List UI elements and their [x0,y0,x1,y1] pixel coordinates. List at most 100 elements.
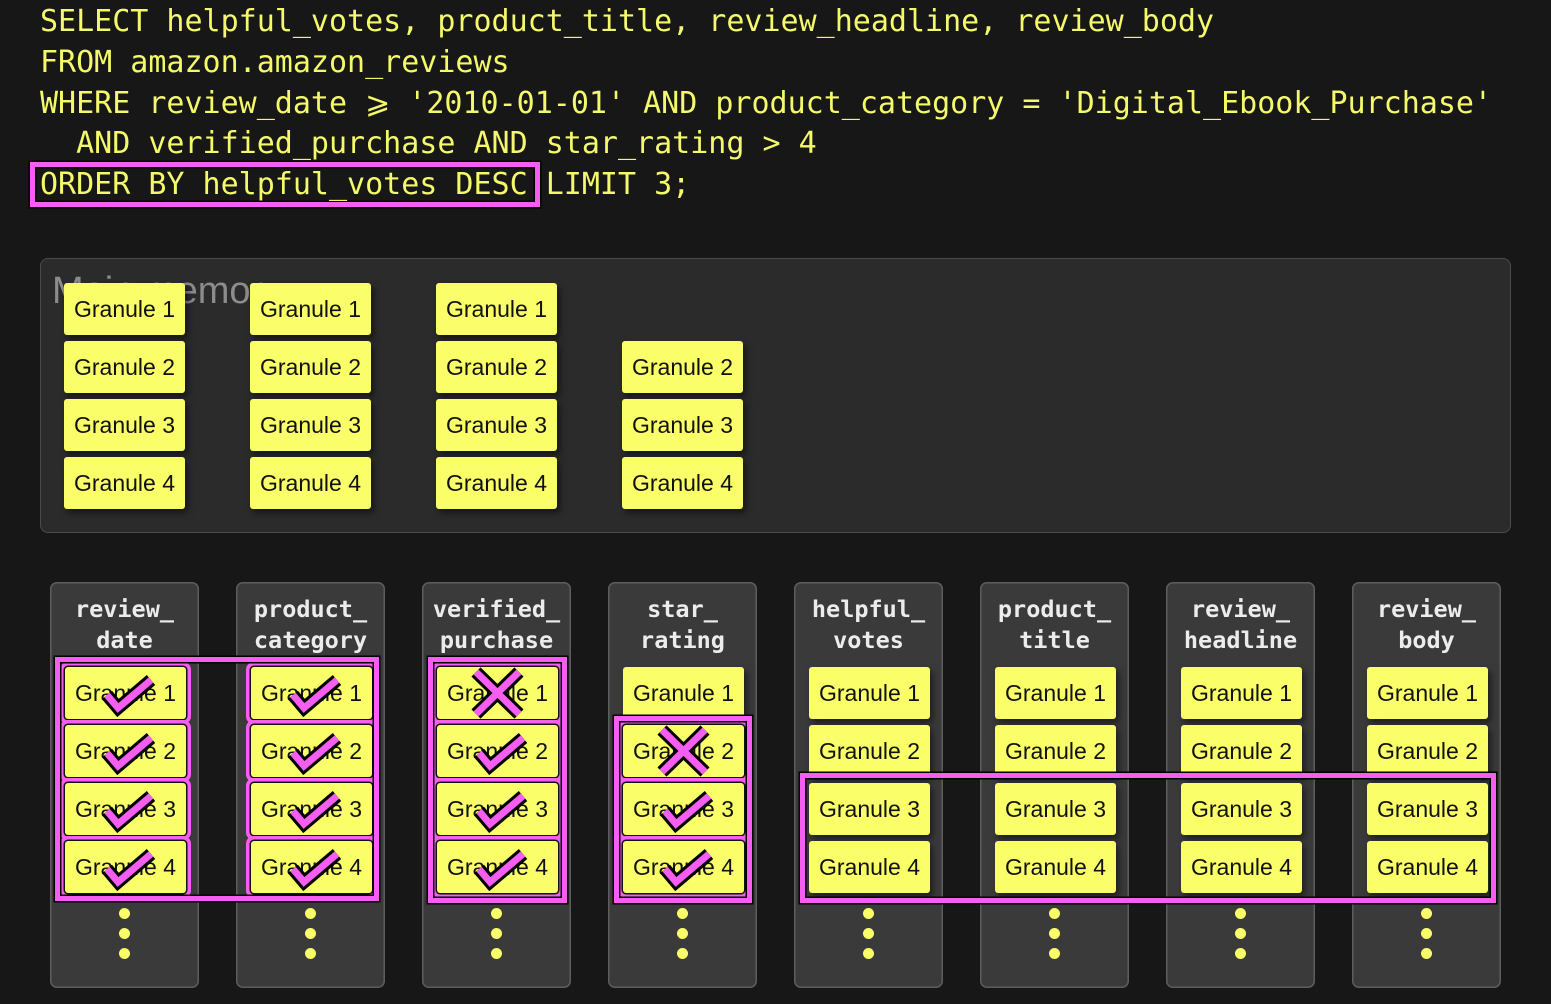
ellipsis-dot [491,947,502,959]
granule-label: Granule 3 [632,796,734,822]
memory-granule: Granule 2 [250,341,371,393]
column-panel: helpful_ votes Granule 1 Granule 2 Granule 3… [794,582,943,988]
column-header-line: helpful_ [811,594,926,623]
column-header: review_ date [50,594,199,656]
column-granule: Granule 1 [995,667,1116,719]
granule-label: Granule 2 [632,738,734,764]
sql-line-order: ORDER BY helpful_votes DESC LIMIT 3; [30,162,1492,207]
ellipsis-dot [1421,947,1432,959]
ellipsis-dot [1049,947,1060,959]
granule-label: Granule 2 [446,738,548,764]
granule-label: Granule 1 [1190,680,1292,706]
sql-line-and: AND verified_purchase AND star_rating > … [40,126,817,162]
ellipsis-dot [863,907,874,919]
memory-granule: Granule 4 [622,457,743,509]
column-granule: Granule 4 [65,841,186,893]
ellipsis-dot [119,947,130,959]
memory-granule: Granule 1 [436,283,557,335]
sql-query: SELECT helpful_votes, product_title, rev… [30,2,1492,207]
column-panel: review_ headline Granule 1 Granule 2 Granule… [1166,582,1315,988]
granule-label: Granule 1 [1004,680,1106,706]
granule-label: Granule 4 [632,854,734,880]
column-granule: Granule 2 [995,725,1116,777]
granule-label: Granule 4 [1190,854,1292,880]
memory-granule: Granule 3 [622,399,743,451]
column-header-line: verified_ [432,594,561,623]
ellipsis-dot [677,927,688,939]
memory-granule: Granule 2 [64,341,185,393]
column-granule: Granule 3 [65,783,186,835]
ellipsis-dot [119,907,130,919]
ellipsis-dot [1421,907,1432,919]
main-memory-panel: Main memory Granule 1Granule 2Granule 3G… [40,258,1511,533]
column-panel: product_ category Granule 1 Granule 2 Granul… [236,582,385,988]
granule-label: Granule 3 [1190,796,1292,822]
ellipsis-dot [305,907,316,919]
column-header-line: date [96,625,153,654]
column-granule: Granule 4 [437,841,558,893]
column-granule: Granule 3 [251,783,372,835]
column-granule: Granule 1 [1181,667,1302,719]
granule-label: Granule 2 [1004,738,1106,764]
granule-label: Granule 4 [74,854,176,880]
ellipsis-dot [119,927,130,939]
column-granule: Granule 2 [1181,725,1302,777]
granule-label: Granule 2 [74,738,176,764]
memory-granule: Granule 4 [64,457,185,509]
column-granule: Granule 3 [437,783,558,835]
memory-granule: Granule 2 [436,341,557,393]
granule-label: Granule 2 [1376,738,1478,764]
ellipsis-dot [1049,907,1060,919]
column-granule: Granule 3 [623,783,744,835]
memory-granule: Granule 1 [250,283,371,335]
memory-granule: Granule 4 [436,457,557,509]
column-granule: Granule 2 [65,725,186,777]
column-granule: Granule 2 [623,725,744,777]
granule-label: Granule 4 [260,854,362,880]
ellipsis-dot [305,947,316,959]
column-panel: review_ date Granule 1 Granule 2 Granule 3 Gr… [50,582,199,988]
granule-label: Granule 2 [818,738,920,764]
memory-granule: Granule 2 [622,341,743,393]
granule-label: Granule 3 [260,796,362,822]
sql-line-select: SELECT helpful_votes, product_title, rev… [40,4,1214,39]
column-granule: Granule 1 [623,667,744,719]
memory-granule: Granule 3 [250,399,371,451]
sql-line-from: FROM amazon.amazon_reviews [40,44,510,80]
memory-granule: Granule 3 [64,399,185,451]
column-header-line: review_ [74,594,175,623]
column-header-line: product_ [997,594,1112,623]
column-granule: Granule 4 [809,841,930,893]
granule-label: Granule 1 [818,680,920,706]
column-header: verified_ purchase [422,594,571,656]
column-granule: Granule 4 [1367,841,1488,893]
ellipsis-dot [491,907,502,919]
column-granule: Granule 4 [1181,841,1302,893]
column-granule: Granule 1 [809,667,930,719]
ellipsis-dot [863,927,874,939]
column-header: review_ body [1352,594,1501,656]
column-panel: product_ title Granule 1 Granule 2 Granule 3… [980,582,1129,988]
granule-label: Granule 4 [1004,854,1106,880]
limit-clause: LIMIT 3; [545,167,691,202]
granule-label: Granule 2 [260,738,362,764]
granule-label: Granule 1 [1376,680,1478,706]
granule-label: Granule 3 [74,796,176,822]
ellipsis-dot [1049,927,1060,939]
column-granule: Granule 2 [251,725,372,777]
column-panel: star_ rating Granule 1 Granule 2 Granule 3 Gr… [608,582,757,988]
ellipsis-dot [1235,907,1246,919]
column-granule: Granule 4 [623,841,744,893]
column-granule: Granule 3 [1367,783,1488,835]
ellipsis-dot [677,947,688,959]
ellipsis-dot [863,947,874,959]
column-header-line: headline [1183,625,1298,654]
column-granule: Granule 3 [1181,783,1302,835]
sql-line-where: WHERE review_date ⩾ '2010-01-01' AND pro… [40,85,1492,121]
column-header: helpful_ votes [794,594,943,656]
memory-granule: Granule 1 [64,283,185,335]
ellipsis-dot [1235,947,1246,959]
column-header-line: review_ [1190,594,1291,623]
column-header-line: title [1019,625,1090,654]
column-header-line: body [1398,625,1455,654]
